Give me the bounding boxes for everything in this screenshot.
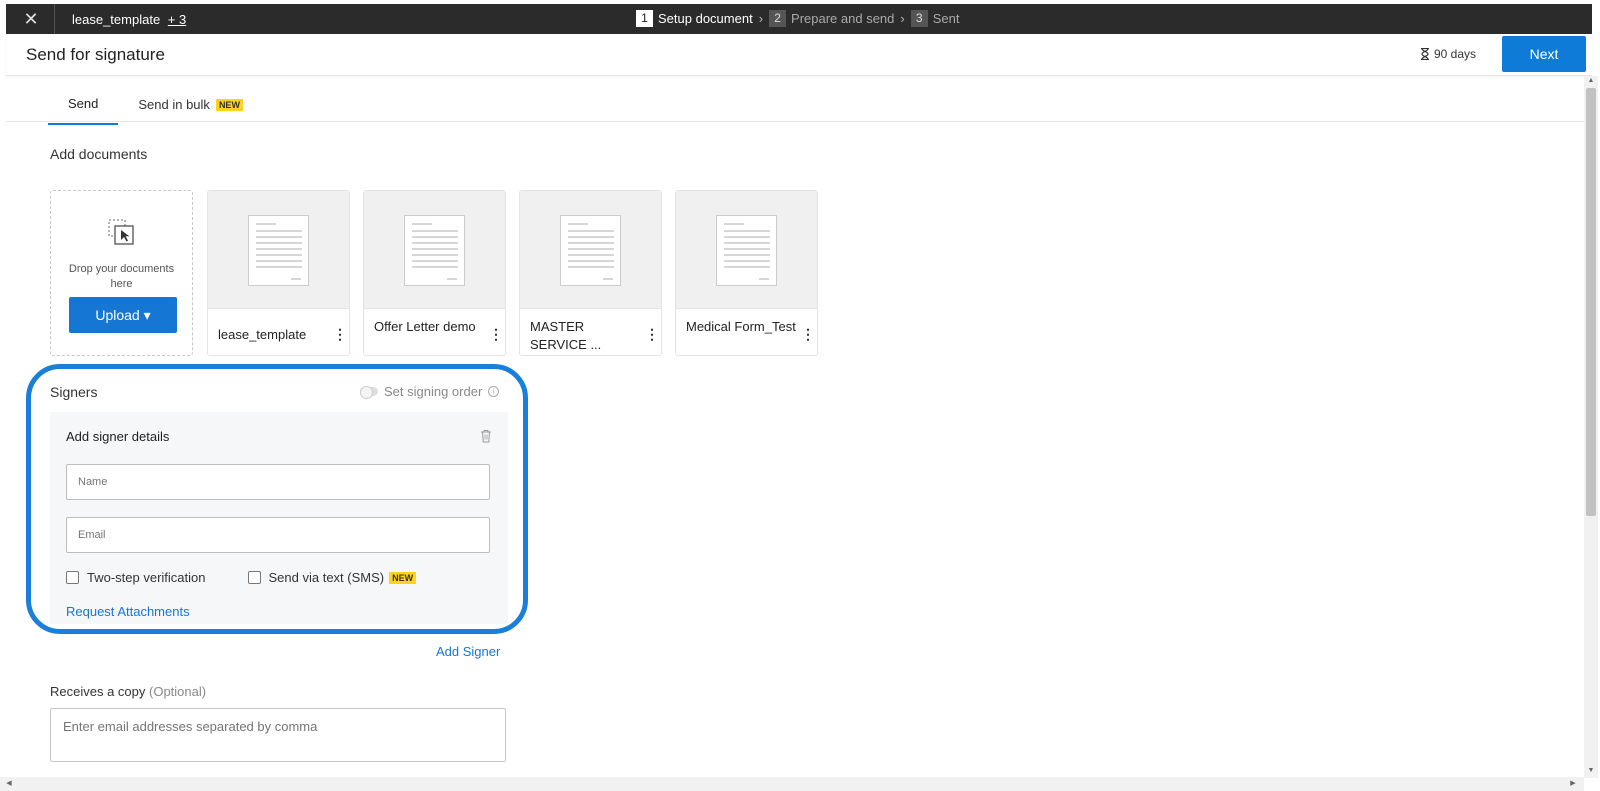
close-icon[interactable]: ✕ bbox=[16, 7, 46, 31]
more-options-icon[interactable]: ⋮ bbox=[801, 323, 815, 345]
optional-label: (Optional) bbox=[149, 684, 207, 699]
tabs-divider bbox=[6, 121, 1586, 122]
signing-order-label: Set signing order bbox=[384, 384, 483, 399]
page-title: Send for signature bbox=[26, 45, 165, 64]
step-label: Prepare and send bbox=[791, 11, 895, 26]
document-thumbnail bbox=[676, 191, 817, 309]
chevron-right-icon: › bbox=[900, 11, 905, 26]
scroll-left-icon[interactable]: ◀ bbox=[4, 779, 14, 789]
tab-send-in-bulk[interactable]: Send in bulk NEW bbox=[118, 90, 263, 125]
signer-details-panel: Add signer details Two-step verification… bbox=[50, 412, 508, 624]
step-number: 2 bbox=[769, 10, 787, 27]
app-root: ✕ lease_template + 3 1 Setup document › … bbox=[0, 0, 1600, 791]
cc-email-input[interactable] bbox=[50, 708, 506, 762]
document-name: lease_template bbox=[218, 327, 307, 342]
signer-email-field[interactable] bbox=[66, 517, 490, 553]
step-prepare-and-send: 2 Prepare and send bbox=[769, 10, 894, 27]
signer-name-field[interactable] bbox=[66, 464, 490, 500]
document-page-icon bbox=[248, 215, 309, 286]
tab-send[interactable]: Send bbox=[48, 90, 119, 125]
sms-checkbox[interactable] bbox=[247, 571, 261, 584]
signing-order-control: Set signing order i bbox=[360, 384, 500, 399]
drop-file-icon bbox=[108, 219, 134, 245]
more-options-icon[interactable]: ⋮ bbox=[489, 323, 503, 345]
document-card[interactable]: lease_template ⋮ bbox=[207, 190, 350, 356]
step-setup-document: 1 Setup document bbox=[636, 10, 753, 27]
signers-heading: Signers bbox=[50, 384, 98, 400]
send-tabs: Send Send in bulk NEW bbox=[48, 90, 263, 125]
trash-icon[interactable] bbox=[480, 429, 492, 443]
document-title: lease_template + 3 bbox=[72, 12, 186, 27]
signer-options: Two-step verification Send via text (SMS… bbox=[66, 570, 417, 585]
document-name: MASTER SERVICE ... bbox=[530, 319, 602, 352]
document-card[interactable]: MASTER SERVICE ... ⋮ bbox=[519, 190, 662, 356]
receives-copy-heading: Receives a copy (Optional) bbox=[50, 684, 206, 699]
drop-hint: Drop your documents here bbox=[68, 263, 175, 290]
signing-order-toggle[interactable] bbox=[360, 386, 378, 399]
step-number: 1 bbox=[636, 10, 653, 27]
vertical-scrollbar[interactable]: ▲ ▼ bbox=[1584, 76, 1598, 778]
signer-panel-title: Add signer details bbox=[66, 429, 170, 444]
two-step-checkbox[interactable] bbox=[66, 571, 79, 584]
horizontal-scrollbar[interactable]: ◀ ▶ bbox=[0, 777, 1584, 791]
page-header: Send for signature 90 days Next bbox=[6, 34, 1592, 76]
scrollbar-thumb[interactable] bbox=[1586, 88, 1596, 516]
sms-label: Send via text (SMS) bbox=[268, 570, 385, 585]
scroll-down-icon[interactable]: ▼ bbox=[1586, 766, 1596, 776]
progress-steps: 1 Setup document › 2 Prepare and send › … bbox=[636, 10, 959, 27]
add-signer-link[interactable]: Add Signer bbox=[436, 644, 500, 659]
expiry-text: 90 days bbox=[1434, 47, 1477, 61]
document-page-icon bbox=[560, 215, 621, 286]
more-options-icon[interactable]: ⋮ bbox=[645, 323, 659, 345]
two-step-label: Two-step verification bbox=[87, 570, 206, 585]
document-thumbnail bbox=[208, 191, 349, 309]
upload-button[interactable]: Upload ▾ bbox=[69, 297, 177, 333]
request-attachments-link[interactable]: Request Attachments bbox=[66, 604, 190, 619]
hourglass-icon bbox=[1421, 48, 1429, 60]
document-name: Offer Letter demo bbox=[374, 319, 476, 334]
scroll-up-icon[interactable]: ▲ bbox=[1586, 76, 1596, 86]
document-title-text: lease_template bbox=[72, 12, 161, 27]
new-badge: NEW bbox=[215, 98, 243, 111]
document-thumbnail bbox=[520, 191, 661, 309]
new-badge: NEW bbox=[389, 571, 417, 584]
tab-label: Send bbox=[68, 96, 99, 111]
tab-label: Send in bulk bbox=[138, 97, 210, 112]
expiry-indicator[interactable]: 90 days bbox=[1420, 47, 1476, 61]
document-page-icon bbox=[716, 215, 777, 286]
step-label: Setup document bbox=[658, 11, 753, 26]
more-documents-link[interactable]: + 3 bbox=[168, 12, 186, 27]
info-icon[interactable]: i bbox=[488, 386, 500, 397]
top-bar-divider bbox=[54, 4, 55, 34]
chevron-right-icon: › bbox=[758, 11, 764, 26]
next-button[interactable]: Next bbox=[1502, 36, 1586, 72]
document-name: Medical Form_Test bbox=[686, 319, 796, 334]
document-page-icon bbox=[404, 215, 465, 286]
document-card[interactable]: Medical Form_Test ⋮ bbox=[675, 190, 818, 356]
add-documents-heading: Add documents bbox=[50, 146, 148, 162]
scroll-right-icon[interactable]: ▶ bbox=[1568, 779, 1578, 789]
document-dropzone[interactable]: Drop your documents here Upload ▾ bbox=[50, 190, 193, 356]
step-number: 3 bbox=[910, 10, 928, 27]
step-label: Sent bbox=[932, 11, 960, 26]
receives-copy-label: Receives a copy bbox=[50, 684, 146, 699]
more-options-icon[interactable]: ⋮ bbox=[333, 323, 347, 345]
document-thumbnail bbox=[364, 191, 505, 309]
document-card[interactable]: Offer Letter demo ⋮ bbox=[363, 190, 506, 356]
top-bar: ✕ lease_template + 3 1 Setup document › … bbox=[6, 4, 1592, 34]
step-sent: 3 Sent bbox=[910, 10, 960, 27]
